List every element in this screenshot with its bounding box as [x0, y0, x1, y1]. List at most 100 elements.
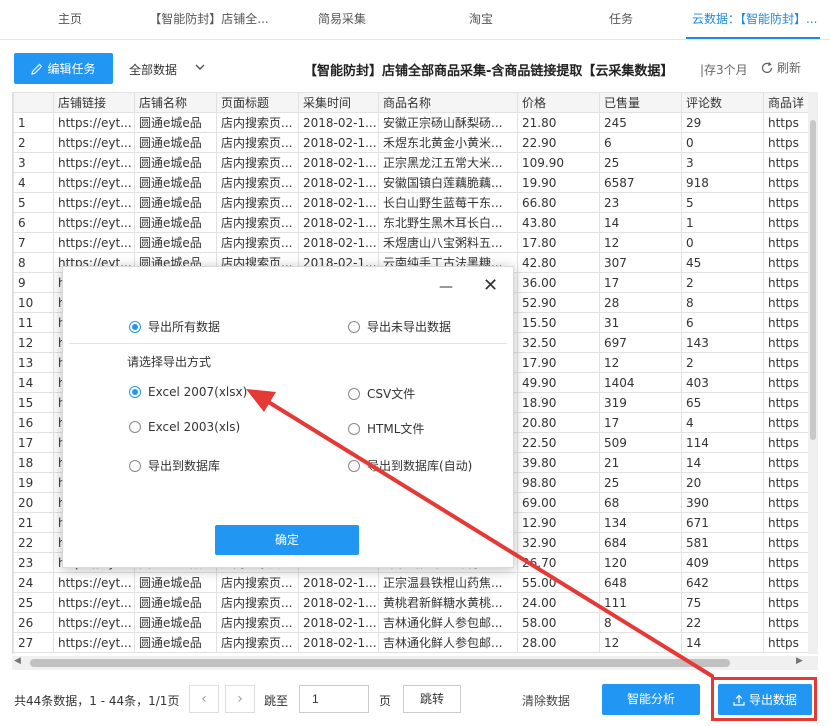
row-index-cell: 25 — [13, 592, 54, 613]
table-row[interactable]: 7 https://eyt... 圆通e城e品 店内搜索页... 2018-02-1..… — [13, 232, 818, 253]
table-row[interactable]: 4 https://eyt... 圆通e城e品 店内搜索页... 2018-02-1..… — [13, 172, 818, 193]
table-cell: https://eyt... — [53, 232, 135, 253]
radio-database-auto[interactable]: 导出到数据库(自动) — [348, 457, 472, 474]
bottom-bar: 共44条数据，1 - 44条，1/1页 ‹ › 跳至 页 跳转 清除数据 智能分… — [0, 672, 830, 726]
radio-html[interactable]: HTML文件 — [348, 420, 424, 437]
table-cell: 28 — [599, 292, 682, 313]
table-cell: 22.90 — [517, 132, 600, 153]
radio-database[interactable]: 导出到数据库 — [129, 457, 220, 474]
row-index-cell: 24 — [13, 572, 54, 593]
tab-shop-task[interactable]: 【智能防封】店铺全... — [140, 0, 278, 39]
prev-page-button[interactable]: ‹ — [189, 685, 219, 713]
jump-button[interactable]: 跳转 — [403, 685, 461, 713]
row-index-cell: 21 — [13, 512, 54, 533]
column-header[interactable]: 店铺链接 — [53, 92, 135, 113]
table-cell: 43.80 — [517, 212, 600, 233]
table-cell: 307 — [599, 252, 682, 273]
table-cell: 20 — [681, 472, 764, 493]
table-cell: 52.90 — [517, 292, 600, 313]
column-header[interactable]: 评论数 — [681, 92, 764, 113]
page-unit-label: 页 — [379, 694, 392, 708]
table-row[interactable]: 27 https://eyt... 圆通e城e品 店内搜索页... 2018-02-1.… — [13, 632, 818, 653]
tab-cloud-data[interactable]: 云数据：【智能防封】... — [686, 0, 820, 39]
table-row[interactable]: 2 https://eyt... 圆通e城e品 店内搜索页... 2018-02-1..… — [13, 132, 818, 153]
data-filter-select[interactable]: 全部数据 — [129, 61, 177, 78]
scroll-left-icon[interactable]: ◀ — [14, 656, 21, 666]
table-row[interactable]: 1 https://eyt... 圆通e城e品 店内搜索页... 2018-02-1..… — [13, 112, 818, 133]
table-row[interactable]: 6 https://eyt... 圆通e城e品 店内搜索页... 2018-02-1..… — [13, 212, 818, 233]
close-icon[interactable]: ✕ — [483, 277, 498, 295]
table-cell: 正宗黑龙江五常大米... — [378, 152, 518, 173]
table-cell: 2018-02-1... — [298, 572, 379, 593]
table-cell: 6 — [599, 132, 682, 153]
page-number-input[interactable] — [299, 685, 369, 713]
radio-excel-xlsx[interactable]: Excel 2007(xlsx) — [129, 385, 247, 399]
table-row[interactable]: 26 https://eyt... 圆通e城e品 店内搜索页... 2018-02-1.… — [13, 612, 818, 633]
row-index-cell: 16 — [13, 412, 54, 433]
table-cell: 31 — [599, 312, 682, 333]
minimize-icon[interactable]: — — [439, 279, 453, 295]
table-cell: 店内搜索页... — [216, 132, 299, 153]
table-cell: 0 — [681, 232, 764, 253]
table-cell: 39.80 — [517, 452, 600, 473]
table-cell: 正宗温县铁棍山药焦... — [378, 572, 518, 593]
tab-simple-collect[interactable]: 简易采集 — [278, 0, 406, 39]
row-index-cell: 11 — [13, 312, 54, 333]
refresh-button[interactable]: 刷新 — [760, 59, 801, 76]
jump-label: 跳至 — [264, 694, 289, 708]
table-cell: https://eyt... — [53, 592, 135, 613]
row-index-cell: 14 — [13, 372, 54, 393]
table-cell: 5 — [681, 192, 764, 213]
radio-dot — [129, 421, 141, 433]
table-cell: 319 — [599, 392, 682, 413]
tab-home[interactable]: 主页 — [0, 0, 140, 39]
table-cell: 28.00 — [517, 632, 600, 653]
table-cell: 14 — [681, 452, 764, 473]
column-header[interactable]: 已售量 — [599, 92, 682, 113]
table-cell: 4 — [681, 412, 764, 433]
table-cell: 36.00 — [517, 272, 600, 293]
radio-export-all[interactable]: 导出所有数据 — [129, 318, 220, 335]
row-index-cell: 7 — [13, 232, 54, 253]
radio-csv[interactable]: CSV文件 — [348, 385, 415, 402]
column-header[interactable]: 店铺名称 — [134, 92, 217, 113]
chevron-right-icon: › — [237, 691, 243, 707]
table-cell: https://eyt... — [53, 612, 135, 633]
table-cell: 圆通e城e品 — [134, 172, 217, 193]
table-cell: 1404 — [599, 372, 682, 393]
table-row[interactable]: 25 https://eyt... 圆通e城e品 店内搜索页... 2018-02-1.… — [13, 592, 818, 613]
column-header[interactable]: 价格 — [517, 92, 600, 113]
clear-data-button[interactable]: 清除数据 — [522, 692, 570, 709]
tab-tasks[interactable]: 任务 — [556, 0, 686, 39]
edit-task-button[interactable]: 编辑任务 — [14, 53, 113, 84]
row-index-header[interactable] — [13, 92, 54, 113]
table-cell: 55.00 — [517, 572, 600, 593]
table-cell: 店内搜索页... — [216, 112, 299, 133]
radio-excel-xls[interactable]: Excel 2003(xls) — [129, 420, 240, 434]
smart-analysis-button[interactable]: 智能分析 — [602, 684, 700, 715]
table-cell: 25 — [599, 472, 682, 493]
chevron-down-icon[interactable] — [193, 60, 207, 74]
table-cell: 圆通e城e品 — [134, 632, 217, 653]
horizontal-scroll-thumb[interactable] — [30, 659, 730, 667]
table-cell: 14 — [681, 632, 764, 653]
column-header[interactable]: 页面标题 — [216, 92, 299, 113]
table-cell: 圆通e城e品 — [134, 612, 217, 633]
scroll-right-icon[interactable]: ▶ — [796, 656, 803, 666]
tab-taobao[interactable]: 淘宝 — [406, 0, 556, 39]
vertical-scroll-thumb[interactable] — [810, 120, 816, 440]
table-row[interactable]: 3 https://eyt... 圆通e城e品 店内搜索页... 2018-02-1..… — [13, 152, 818, 173]
table-cell: 店内搜索页... — [216, 572, 299, 593]
column-header[interactable]: 采集时间 — [298, 92, 379, 113]
radio-export-unexported[interactable]: 导出未导出数据 — [348, 318, 451, 335]
table-cell: 东北野生黑木耳长白... — [378, 212, 518, 233]
table-cell: 圆通e城e品 — [134, 592, 217, 613]
table-cell: 17 — [599, 412, 682, 433]
table-row[interactable]: 5 https://eyt... 圆通e城e品 店内搜索页... 2018-02-1..… — [13, 192, 818, 213]
radio-html-label: HTML文件 — [367, 422, 425, 436]
next-page-button[interactable]: › — [225, 685, 255, 713]
table-row[interactable]: 24 https://eyt... 圆通e城e品 店内搜索页... 2018-02-1.… — [13, 572, 818, 593]
confirm-button[interactable]: 确定 — [215, 525, 359, 555]
row-index-cell: 9 — [13, 272, 54, 293]
column-header[interactable]: 商品名称 — [378, 92, 518, 113]
